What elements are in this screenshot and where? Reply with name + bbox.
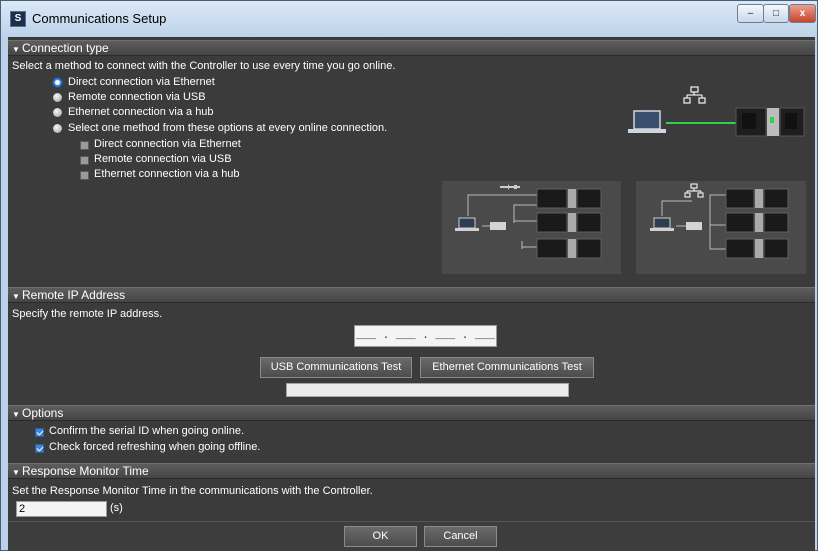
collapse-triangle-icon: ▼ [12,45,20,54]
checkbox-sub-remote-usb[interactable] [80,156,89,165]
response-monitor-unit: (s) [110,502,123,514]
radio-ethernet-hub-label[interactable]: Ethernet connection via a hub [68,106,214,118]
checkbox-sub-ethernet-hub[interactable] [80,171,89,180]
controller-icon [735,107,805,137]
usb-communications-test-button[interactable]: USB Communications Test [260,357,412,378]
minimize-button[interactable]: – [737,4,764,23]
network-icon [683,86,706,104]
sub-remote-usb-label[interactable]: Remote connection via USB [94,153,232,165]
ip-address-input[interactable]: ___ . ___ . ___ . ___ [354,325,497,347]
sub-direct-ethernet-label[interactable]: Direct connection via Ethernet [94,138,241,150]
checkbox-sub-direct-ethernet[interactable] [80,141,89,150]
laptop-icon [633,110,661,130]
hub-connection-diagram [636,181,806,274]
connection-type-header-label: Connection type [22,41,109,55]
connection-type-header[interactable]: ▼ Connection type [8,40,815,56]
response-monitor-instruction: Set the Response Monitor Time in the com… [12,485,373,497]
collapse-triangle-icon: ▼ [12,468,20,477]
radio-remote-usb-label[interactable]: Remote connection via USB [68,91,206,103]
options-header-label: Options [22,406,64,420]
dialog-body: ▼ Connection type Select a method to conn… [8,37,815,551]
direct-connection-diagram [628,86,805,137]
communications-setup-window: S Communications Setup – □ x ▼ Connection… [0,0,818,551]
radio-remote-usb[interactable] [52,92,63,103]
ok-button[interactable]: OK [344,526,417,547]
options-header[interactable]: ▼ Options [8,405,815,421]
laptop-icon [650,217,674,231]
radio-select-each-time[interactable] [52,123,63,134]
remote-ip-header[interactable]: ▼ Remote IP Address [8,287,815,303]
usb-connection-diagram [442,181,621,274]
connection-type-instruction: Select a method to connect with the Cont… [12,60,396,72]
cancel-button[interactable]: Cancel [424,526,497,547]
confirm-serial-id-label[interactable]: Confirm the serial ID when going online. [49,425,244,437]
response-monitor-time-input[interactable]: 2 [16,501,107,517]
network-icon [684,183,704,198]
laptop-icon [455,217,479,231]
dialog-footer: OK Cancel [8,521,815,551]
radio-ethernet-hub[interactable] [52,107,63,118]
response-monitor-header-label: Response Monitor Time [22,464,149,478]
window-title: Communications Setup [32,11,167,26]
collapse-triangle-icon: ▼ [12,292,20,301]
test-status-field [286,383,569,397]
app-icon: S [10,11,26,27]
radio-direct-ethernet[interactable] [52,77,63,88]
response-monitor-header[interactable]: ▼ Response Monitor Time [8,463,815,479]
maximize-button[interactable]: □ [763,4,789,23]
collapse-triangle-icon: ▼ [12,410,20,419]
radio-select-each-time-label[interactable]: Select one method from these options at … [68,122,387,134]
checkbox-check-forced-refreshing[interactable] [35,444,44,453]
radio-direct-ethernet-label[interactable]: Direct connection via Ethernet [68,76,215,88]
checkbox-confirm-serial-id[interactable] [35,428,44,437]
check-forced-refreshing-label[interactable]: Check forced refreshing when going offli… [49,441,260,453]
hub-icon [686,222,702,230]
hub-icon [490,222,506,230]
close-button[interactable]: x [789,4,816,23]
sub-ethernet-hub-label[interactable]: Ethernet connection via a hub [94,168,240,180]
remote-ip-instruction: Specify the remote IP address. [12,308,163,320]
remote-ip-header-label: Remote IP Address [22,288,126,302]
ethernet-communications-test-button[interactable]: Ethernet Communications Test [420,357,594,378]
title-bar[interactable]: S Communications Setup – □ x [1,1,817,37]
